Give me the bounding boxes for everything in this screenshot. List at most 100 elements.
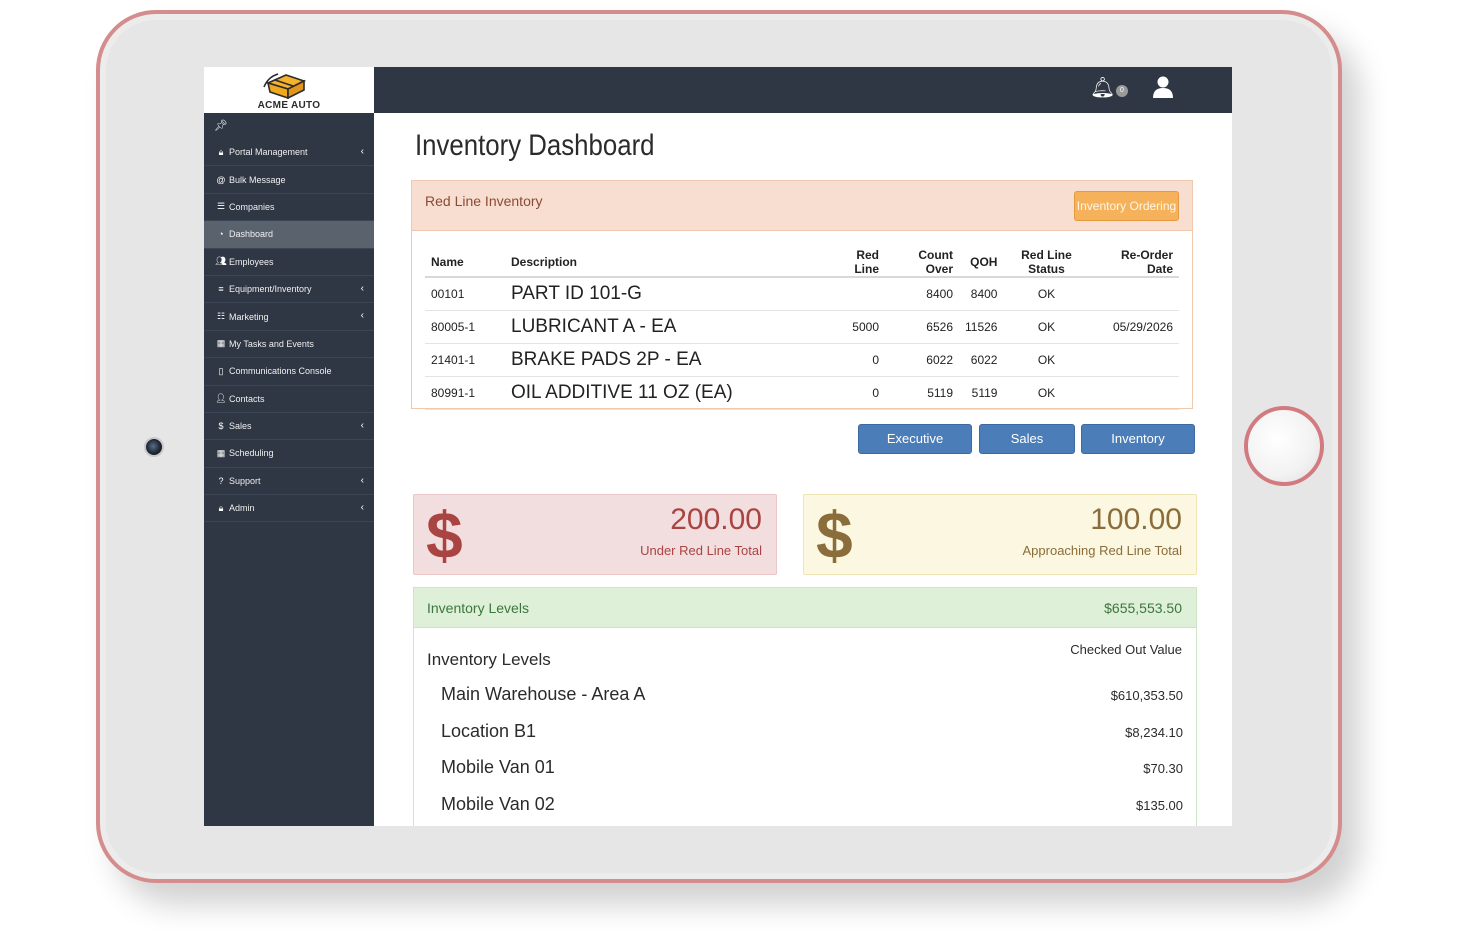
sidebar-item-label: Sales	[229, 421, 252, 432]
chevron-left-icon[interactable]: ‹	[361, 502, 364, 513]
table-row[interactable]: 80991-1 OIL ADDITIVE 11 OZ (EA) 0 5119 5119 O…	[425, 376, 1179, 410]
cell-name: 00101	[425, 277, 505, 311]
dollar-icon: $	[426, 498, 463, 572]
list-item[interactable]: Main Warehouse - Area A $610,353.50	[441, 684, 1183, 720]
sidebar-nav: 🔒︎ Portal Management ‹ @ Bulk Message ☰ Compan…	[204, 139, 374, 523]
levels-heading: Inventory Levels	[427, 650, 551, 669]
chevron-left-icon[interactable]: ‹	[361, 283, 364, 294]
cell-status: OK	[1003, 376, 1090, 410]
location-value: $70.30	[1143, 761, 1183, 776]
approaching-red-line-label: Approaching Red Line Total	[1022, 543, 1183, 558]
inventory-levels-total: $655,553.50	[1104, 600, 1182, 616]
location-value: $610,353.50	[1110, 688, 1183, 703]
bell-icon[interactable]: 🔔︎	[1090, 75, 1115, 100]
logo[interactable]: ACME AUTO	[204, 67, 374, 113]
chevron-left-icon[interactable]: ‹	[361, 310, 364, 321]
sidebar-item-label: Companies	[229, 201, 275, 212]
cell-red-line	[825, 277, 885, 311]
home-button[interactable]	[1244, 406, 1324, 486]
inventory-ordering-button[interactable]: Inventory Ordering	[1074, 191, 1179, 221]
chevron-left-icon[interactable]: ‹	[361, 146, 364, 157]
sidebar-item[interactable]: ☰ Companies	[204, 194, 374, 222]
cell-reorder	[1089, 376, 1179, 410]
cell-count-over: 8400	[885, 277, 959, 311]
under-red-line-amount: 200.00	[670, 503, 762, 536]
sidebar-item[interactable]: ☷ Marketing ‹	[204, 303, 374, 331]
table-row[interactable]: 80005-1 LUBRICANT A - EA 5000 6526 11526 OK 05…	[425, 310, 1179, 344]
chevron-left-icon[interactable]: ‹	[361, 420, 364, 431]
cell-qoh: 5119	[959, 376, 1004, 410]
sidebar-item-label: Scheduling	[229, 448, 274, 459]
sidebar-item-label: Admin	[229, 503, 255, 514]
sidebar-item-label: Portal Management	[229, 147, 308, 158]
pin-icon[interactable]: 📌︎	[214, 119, 228, 132]
cell-count-over: 6022	[885, 343, 959, 377]
col-name[interactable]: Name	[425, 247, 505, 278]
app-screen: ACME AUTO 📌︎ 🔒︎ Portal Management ‹ @ Bulk M…	[204, 67, 1232, 826]
cell-name: 80005-1	[425, 310, 505, 344]
sidebar-item[interactable]: 👤︎ Contacts	[204, 386, 374, 413]
brand-name: ACME AUTO	[257, 100, 321, 111]
camera-icon	[144, 437, 164, 457]
cell-name: 21401-1	[425, 343, 505, 377]
cell-qoh: 8400	[959, 277, 1004, 311]
notification-badge: 0	[1116, 85, 1128, 97]
list-item[interactable]: Mobile Van 01 $70.30	[441, 757, 1183, 793]
executive-button[interactable]: Executive	[858, 424, 972, 454]
list-icon: ☰	[216, 201, 226, 212]
red-line-table: Name Description Red Line Count Over QOH…	[425, 247, 1179, 410]
sales-button[interactable]: Sales	[979, 424, 1075, 454]
user-icon[interactable]	[1152, 75, 1174, 99]
sidebar-item[interactable]: 🔒︎ Admin ‹	[204, 495, 374, 523]
table-row[interactable]: 00101 PART ID 101-G 8400 8400 OK	[425, 277, 1179, 311]
sidebar-item[interactable]: ▯ Communications Console	[204, 358, 374, 386]
cell-name: 80991-1	[425, 376, 505, 410]
top-bar: 🔔︎ 0	[374, 67, 1232, 113]
dollar-icon: $	[816, 498, 853, 572]
users-icon: 👥︎	[215, 256, 227, 267]
cell-status: OK	[1003, 310, 1090, 344]
cell-reorder	[1089, 277, 1179, 311]
table-row[interactable]: 21401-1 BRAKE PADS 2P - EA 0 6022 6022 OK	[425, 343, 1179, 377]
sidebar-item[interactable]: 👥︎ Employees	[204, 249, 374, 276]
sidebar-item-label: Communications Console	[229, 366, 332, 377]
sidebar-item[interactable]: ? Support ‹	[204, 468, 374, 496]
sidebar-item[interactable]: 🔒︎ Portal Management ‹	[204, 139, 374, 167]
approaching-red-line-card[interactable]: $ 100.00 Approaching Red Line Total	[803, 494, 1197, 575]
sidebar: ACME AUTO 📌︎ 🔒︎ Portal Management ‹ @ Bulk M…	[204, 67, 374, 826]
red-line-panel: Red Line Inventory Inventory Ordering Na…	[411, 180, 1193, 410]
under-red-line-label: Under Red Line Total	[640, 543, 762, 558]
table-header-row: Name Description Red Line Count Over QOH…	[425, 247, 1179, 278]
cell-status: OK	[1003, 277, 1090, 311]
sidebar-item[interactable]: ▦ My Tasks and Events	[204, 331, 374, 359]
cell-description: LUBRICANT A - EA	[505, 310, 825, 344]
col-qoh[interactable]: QOH	[959, 247, 1004, 278]
calendar-icon: ▦	[216, 447, 226, 458]
col-reorder-date[interactable]: Re-Order Date	[1089, 247, 1179, 278]
location-value: $8,234.10	[1125, 724, 1183, 740]
cell-red-line: 0	[825, 376, 885, 410]
col-status[interactable]: Red Line Status	[1003, 247, 1090, 278]
sidebar-item[interactable]: $ Sales ‹	[204, 413, 374, 441]
under-red-line-card[interactable]: $ 200.00 Under Red Line Total	[413, 494, 777, 575]
sidebar-item[interactable]: ≡ Equipment/Inventory ‹	[204, 276, 374, 304]
sidebar-item[interactable]: @ Bulk Message	[204, 166, 374, 194]
chevron-left-icon[interactable]: ‹	[361, 475, 364, 486]
sidebar-item[interactable]: ◔ Dashboard	[204, 221, 374, 249]
cell-reorder: 05/29/2026	[1089, 310, 1179, 344]
lock-icon: 🔒︎	[218, 146, 224, 157]
box-logo-icon	[263, 73, 307, 99]
approaching-red-line-amount: 100.00	[1090, 503, 1182, 536]
col-red-line[interactable]: Red Line	[825, 247, 885, 278]
col-count-over[interactable]: Count Over	[885, 247, 959, 278]
list-item[interactable]: Mobile Van 02 $135.00	[441, 794, 1183, 827]
cell-qoh: 6022	[959, 343, 1004, 377]
cell-red-line: 0	[825, 343, 885, 377]
sidebar-item[interactable]: ▦ Scheduling	[204, 440, 374, 468]
red-line-title: Red Line Inventory	[425, 193, 543, 209]
col-description[interactable]: Description	[505, 247, 825, 278]
cell-count-over: 5119	[885, 376, 959, 410]
list-item[interactable]: Location B1 $8,234.10	[441, 721, 1183, 757]
lock-icon: 🔒︎	[218, 502, 224, 513]
inventory-button[interactable]: Inventory	[1081, 424, 1195, 454]
